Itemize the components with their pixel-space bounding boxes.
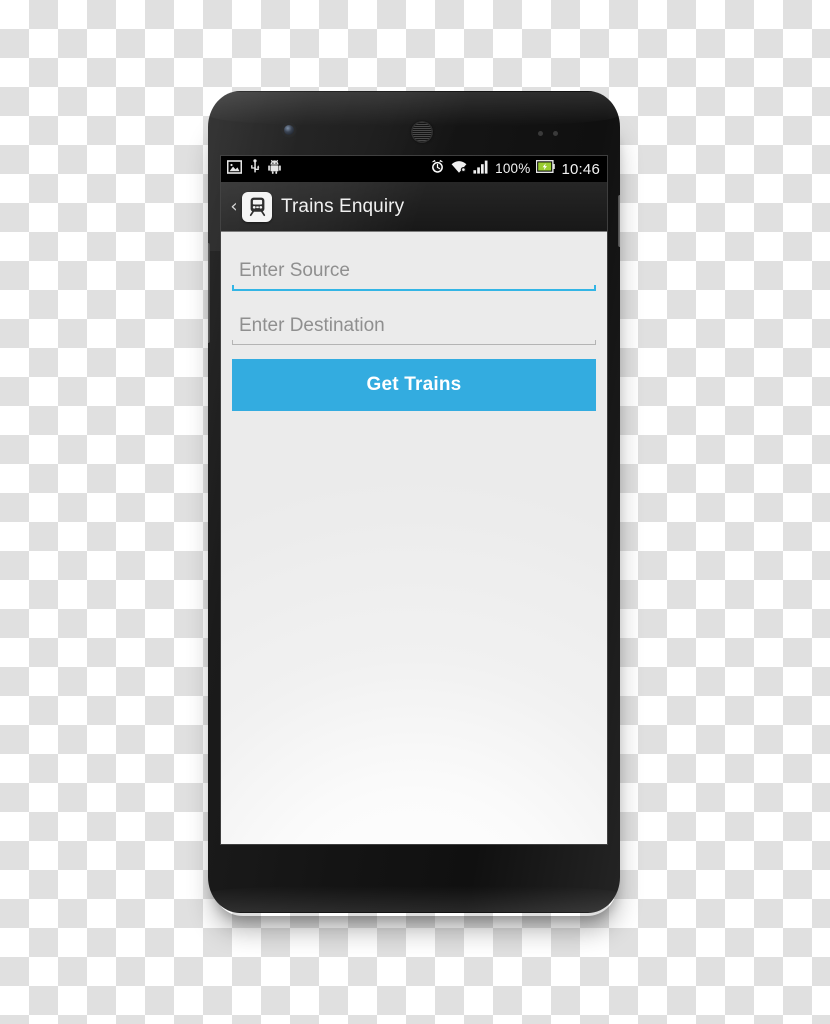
clock-label: 10:46 [561,160,600,178]
power-button[interactable] [618,195,620,247]
destination-field-group: Enter Destination [232,311,596,345]
action-bar: ‹ Trains Enquiry [221,182,607,232]
status-bar-right-icons: 100% 10:46 [430,159,600,179]
destination-input[interactable]: Enter Destination [232,311,596,344]
signal-icon [473,160,489,179]
battery-percent-label: 100% [495,161,531,177]
usb-icon [250,159,260,179]
phone-device: 100% 10:46 ‹ Trains Enquiry Enter Source… [195,88,633,918]
proximity-sensor-icon [538,131,572,137]
alarm-icon [430,159,445,179]
destination-input-underline [232,340,596,345]
back-chevron-icon[interactable]: ‹ [228,197,240,216]
screenshot-icon [226,159,243,179]
wifi-icon [451,160,467,179]
volume-rocker-button[interactable] [208,243,210,343]
status-bar[interactable]: 100% 10:46 [221,156,607,182]
phone-body: 100% 10:46 ‹ Trains Enquiry Enter Source… [208,91,620,913]
source-field-group: Enter Source [232,256,596,291]
bezel-bottom-highlight [210,886,618,912]
battery-icon [536,159,556,178]
source-input-underline [232,285,596,291]
status-bar-left-icons [226,159,281,179]
android-debug-icon [268,159,281,179]
page-title: Trains Enquiry [281,195,405,217]
train-icon[interactable] [242,191,272,222]
earpiece-speaker-icon [411,121,433,143]
front-camera-icon [284,125,294,135]
source-input[interactable]: Enter Source [232,256,596,289]
phone-screen: 100% 10:46 ‹ Trains Enquiry Enter Source… [221,156,607,844]
bezel-top-highlight [210,92,618,126]
get-trains-button[interactable]: Get Trains [232,359,596,411]
main-content: Enter Source Enter Destination Get Train… [221,232,607,844]
